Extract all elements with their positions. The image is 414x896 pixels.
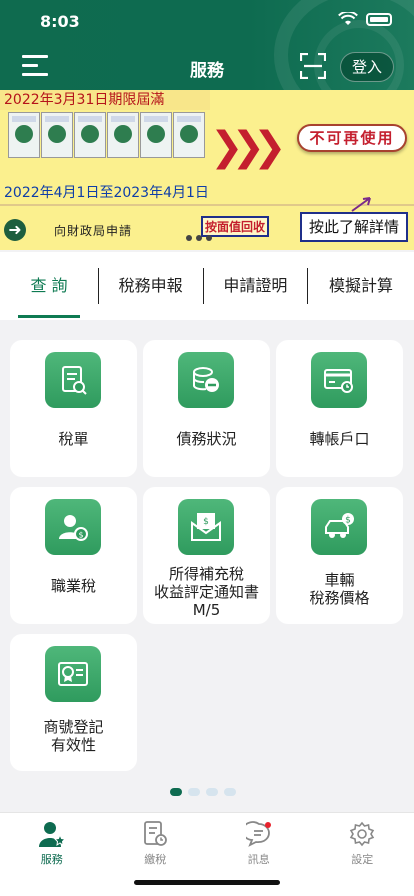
nav-settings[interactable]: 設定 xyxy=(311,813,414,896)
app-screen: 8:03 服務 登入 2022年3月31日期限屆滿 ❯❯❯ 不可再使用 2022… xyxy=(0,0,414,896)
service-card-transfer-account[interactable]: 轉帳戶口 xyxy=(276,340,403,477)
nav-label: 設定 xyxy=(351,853,374,866)
service-card-vehicle-tax-value[interactable]: $ 車輛 稅務價格 xyxy=(276,487,403,624)
stamps-image xyxy=(8,112,205,158)
nav-services[interactable]: 服務 xyxy=(0,813,104,896)
service-card-tax-bill[interactable]: 稅單 xyxy=(10,340,137,477)
no-longer-usable-badge: 不可再使用 xyxy=(297,124,407,152)
service-label: 商號登記 有效性 xyxy=(43,718,104,754)
service-card-business-registration[interactable]: 商號登記 有效性 xyxy=(10,634,137,771)
chevron-arrows-icon: ❯❯❯ xyxy=(210,124,286,170)
pointer-arrow-icon xyxy=(351,197,371,212)
pay-tax-icon xyxy=(144,821,168,846)
income-notice-icon: $ xyxy=(178,499,234,555)
service-label: 稅單 xyxy=(58,430,89,448)
svg-text:$: $ xyxy=(345,516,351,526)
nav-label: 訊息 xyxy=(247,853,270,866)
banner-period: 2022年4月1日至2023年4月1日 xyxy=(4,185,209,201)
profession-tax-icon: $ xyxy=(45,499,101,555)
login-button[interactable]: 登入 xyxy=(340,52,394,82)
banner-recycle-label: 按面值回收 xyxy=(201,216,270,237)
svg-text:$: $ xyxy=(203,517,209,527)
battery-icon xyxy=(366,12,392,26)
top-bar: 8:03 服務 登入 xyxy=(0,0,414,90)
service-label: 轉帳戶口 xyxy=(309,430,370,448)
nav-label: 服務 xyxy=(40,853,63,866)
service-label: 車輛 稅務價格 xyxy=(309,571,370,607)
promo-banner[interactable]: 2022年3月31日期限屆滿 ❯❯❯ 不可再使用 2022年4月1日至2023年… xyxy=(0,90,414,250)
category-tabs: 查 詢 稅務申報 申請證明 模擬計算 xyxy=(0,252,414,320)
debt-coins-icon xyxy=(178,352,234,408)
tab-simulation[interactable]: 模擬計算 xyxy=(308,252,414,320)
service-label: 職業稅 xyxy=(50,577,96,595)
gear-icon xyxy=(350,821,375,847)
scan-icon[interactable] xyxy=(300,53,326,79)
tab-query[interactable]: 查 詢 xyxy=(0,252,98,320)
status-icons xyxy=(338,12,392,26)
service-card-income-notice[interactable]: $ 所得補充稅 收益評定通知書 M/5 xyxy=(143,487,270,624)
status-time: 8:03 xyxy=(40,12,80,31)
banner-apply-text: 向財政局申請 xyxy=(54,224,133,238)
banner-pager-dots xyxy=(186,235,212,241)
service-card-profession-tax[interactable]: $ 職業稅 xyxy=(10,487,137,624)
tab-tax-declaration[interactable]: 稅務申報 xyxy=(99,252,203,320)
nav-label: 繳稅 xyxy=(144,853,167,866)
user-service-icon xyxy=(38,822,65,847)
service-label: 所得補充稅 收益評定通知書 M/5 xyxy=(153,565,259,619)
tax-bill-icon xyxy=(45,352,101,408)
vehicle-icon: $ xyxy=(311,499,367,555)
service-label: 債務狀況 xyxy=(176,430,237,448)
banner-details-button[interactable]: 按此了解詳情 xyxy=(300,212,408,242)
wifi-icon xyxy=(338,12,358,25)
arrow-right-icon: ➜ xyxy=(4,219,26,241)
service-card-debt-status[interactable]: 債務狀況 xyxy=(143,340,270,477)
certificate-icon xyxy=(45,646,101,702)
message-icon xyxy=(245,821,271,847)
tab-apply-certificate[interactable]: 申請證明 xyxy=(203,252,307,320)
banner-deadline: 2022年3月31日期限屆滿 xyxy=(0,90,210,110)
page-indicator xyxy=(170,788,236,796)
home-indicator xyxy=(134,880,280,885)
bank-card-icon xyxy=(311,352,367,408)
svg-text:$: $ xyxy=(78,531,83,540)
